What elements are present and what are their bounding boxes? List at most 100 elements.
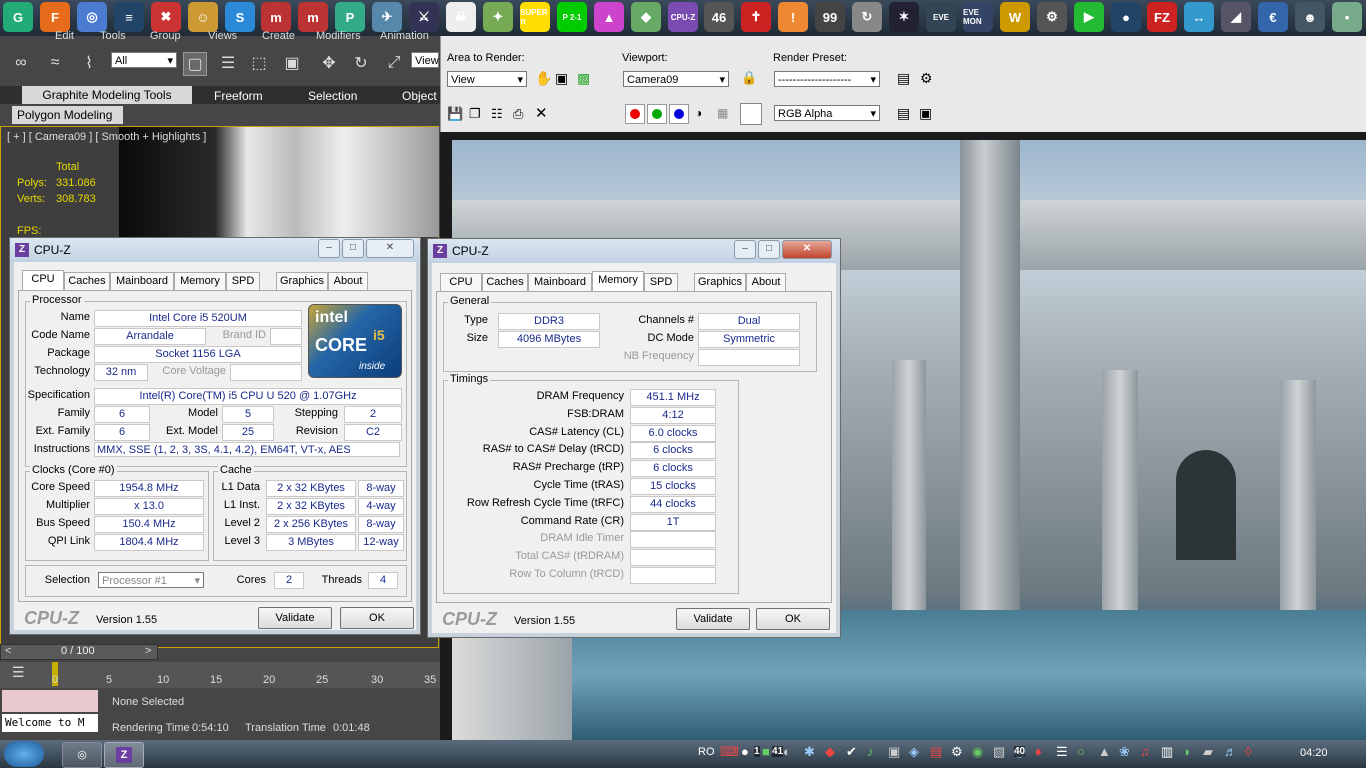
launcher-icon[interactable]: ◢	[1221, 2, 1251, 32]
launcher-icon[interactable]: m	[261, 2, 291, 32]
blue-channel-toggle[interactable]	[669, 104, 689, 124]
selection-filter-dropdown[interactable]: All ▾	[111, 52, 177, 68]
move-icon[interactable]: ✥	[318, 52, 340, 74]
menu-group[interactable]: Group	[150, 30, 181, 42]
save-image-icon[interactable]: 💾	[447, 106, 463, 122]
tray-icon[interactable]: ♦	[1035, 744, 1042, 759]
tray-icon[interactable]: ▲	[1098, 744, 1111, 759]
ribbon-tab-object[interactable]: Object	[402, 89, 437, 103]
tray-icon[interactable]: ▧	[993, 744, 1005, 760]
edit-region-icon[interactable]: ✋	[535, 70, 552, 87]
tray-icon[interactable]: ◆	[825, 744, 835, 760]
swatch[interactable]	[740, 103, 762, 125]
tray-icon[interactable]: ✱	[804, 744, 815, 760]
viewport-dropdown[interactable]: Camera09 ▾	[623, 71, 729, 87]
launcher-icon[interactable]: ✝	[741, 2, 771, 32]
clone-frame-icon[interactable]: ☷	[491, 106, 503, 122]
tray-icon[interactable]: ☰	[1056, 744, 1068, 760]
tab-cpu[interactable]: CPU	[22, 270, 64, 290]
viewport-label[interactable]: [ + ] [ Camera09 ] [ Smooth + Highlights…	[7, 131, 206, 143]
time-slider-right-icon[interactable]: >	[145, 645, 151, 657]
scale-icon[interactable]: ⤢	[383, 52, 405, 74]
cpuz-titlebar[interactable]: Z CPU-Z – □ ✕	[428, 239, 840, 263]
tray-icon[interactable]: ▰	[1203, 744, 1213, 760]
tray-icon[interactable]: ◐	[783, 744, 791, 759]
launcher-icon[interactable]: •	[1332, 2, 1362, 32]
processor-select[interactable]: Processor #1 ▾	[98, 572, 204, 588]
unlink-icon[interactable]: ≈	[44, 52, 66, 74]
reference-coord-dropdown[interactable]: View	[411, 52, 439, 68]
tray-icon[interactable]: ♪	[867, 744, 874, 759]
launcher-icon[interactable]: ▲	[594, 2, 624, 32]
launcher-icon[interactable]: EVE	[926, 2, 956, 32]
toggle-ui-icon[interactable]: ▤	[897, 105, 910, 122]
launcher-icon[interactable]: ☺	[188, 2, 218, 32]
launcher-icon[interactable]: ●	[1111, 2, 1141, 32]
link-icon[interactable]: ∞	[10, 52, 32, 74]
launcher-icon[interactable]: ✈	[372, 2, 402, 32]
area-to-render-dropdown[interactable]: View ▾	[447, 71, 527, 87]
launcher-icon[interactable]: ✦	[483, 2, 513, 32]
launcher-icon[interactable]: ↔	[1184, 2, 1214, 32]
tray-icon[interactable]: ◊	[1245, 744, 1251, 759]
tray-icon[interactable]: ⚙	[951, 744, 963, 760]
launcher-icon[interactable]: ☠	[446, 2, 476, 32]
menu-modifiers[interactable]: Modifiers	[316, 30, 361, 42]
tray-icon[interactable]: ■	[762, 744, 770, 759]
tab-spd[interactable]: SPD	[644, 273, 678, 291]
launcher-icon[interactable]: ≡	[114, 2, 144, 32]
maximize-button[interactable]: □	[342, 239, 364, 258]
launcher-icon[interactable]: €	[1258, 2, 1288, 32]
tab-about[interactable]: About	[328, 272, 368, 290]
ok-button[interactable]: OK	[756, 608, 830, 630]
launcher-icon[interactable]: 46	[704, 2, 734, 32]
ok-button[interactable]: OK	[340, 607, 414, 629]
launcher-icon[interactable]: ◆	[631, 2, 661, 32]
tab-caches[interactable]: Caches	[64, 272, 110, 290]
taskbar-3dsmax-icon[interactable]: ◎	[62, 742, 102, 768]
region-select-icon[interactable]: ▩	[577, 70, 590, 87]
bind-spacewarp-icon[interactable]: ⌇	[78, 52, 100, 74]
red-channel-toggle[interactable]	[625, 104, 645, 124]
time-slider-left-icon[interactable]: <	[5, 645, 11, 657]
menu-animation[interactable]: Animation	[380, 30, 429, 42]
launcher-icon[interactable]: SUPER π	[520, 2, 550, 32]
tray-icon[interactable]: ▤	[930, 744, 942, 760]
environment-icon[interactable]: ⚙	[920, 70, 933, 87]
launcher-icon[interactable]: ✶	[889, 2, 919, 32]
tab-caches[interactable]: Caches	[482, 273, 528, 291]
start-button[interactable]	[4, 741, 44, 767]
ribbon-tab-freeform[interactable]: Freeform	[214, 89, 263, 103]
menu-edit[interactable]: Edit	[55, 30, 74, 42]
tab-spd[interactable]: SPD	[226, 272, 260, 290]
rotate-icon[interactable]: ↻	[350, 52, 372, 74]
launcher-icon[interactable]: G	[3, 2, 33, 32]
launcher-icon[interactable]: ◎	[77, 2, 107, 32]
monochrome-icon[interactable]: ▦	[717, 106, 728, 120]
menu-views[interactable]: Views	[208, 30, 237, 42]
tab-cpu[interactable]: CPU	[440, 273, 482, 291]
tab-mainboard[interactable]: Mainboard	[528, 273, 592, 291]
green-channel-toggle[interactable]	[647, 104, 667, 124]
tab-graphics[interactable]: Graphics	[694, 273, 746, 291]
clock[interactable]: 04:20	[1300, 747, 1328, 759]
launcher-icon[interactable]: CPU-Z	[668, 2, 698, 32]
lock-icon[interactable]: 🔒	[741, 70, 757, 86]
close-button[interactable]: ✕	[366, 239, 414, 258]
time-slider[interactable]: < 0 / 100 >	[0, 644, 158, 660]
tab-mainboard[interactable]: Mainboard	[110, 272, 174, 290]
clear-icon[interactable]: ✕	[535, 104, 548, 122]
tray-icon[interactable]: ♫	[1140, 744, 1150, 759]
launcher-icon[interactable]: 99	[815, 2, 845, 32]
render-setup-icon[interactable]: ▤	[897, 70, 910, 87]
launcher-icon[interactable]: ✖	[151, 2, 181, 32]
rect-selection-icon[interactable]: ⬚	[248, 52, 270, 74]
toggle-overlay-icon[interactable]: ▣	[919, 105, 932, 122]
curve-editor-icon[interactable]: ☰	[12, 664, 25, 681]
cpuz-titlebar[interactable]: Z CPU-Z – □ ✕	[10, 238, 420, 262]
tray-icon[interactable]: ⌨	[720, 744, 739, 760]
channel-dropdown[interactable]: RGB Alpha ▾	[774, 105, 880, 121]
alpha-toggle-icon[interactable]: ◑	[695, 106, 702, 120]
tray-icon[interactable]: ●	[741, 744, 749, 759]
launcher-icon[interactable]: FZ	[1147, 2, 1177, 32]
